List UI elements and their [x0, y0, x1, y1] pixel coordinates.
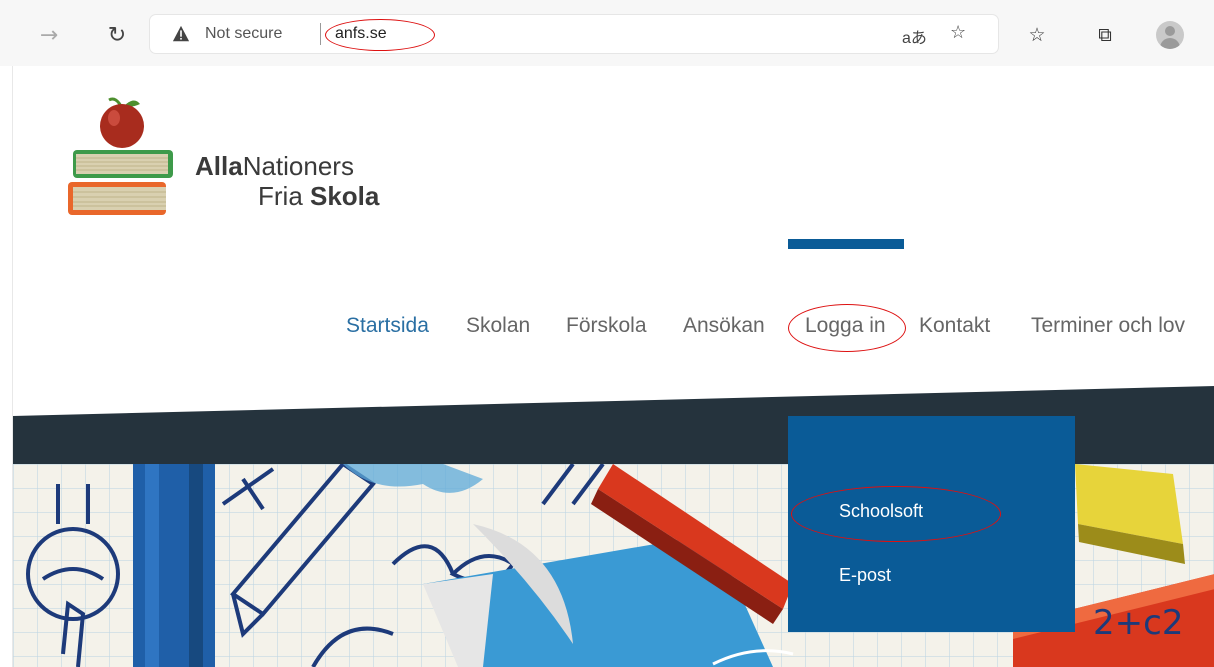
school-logo[interactable]: [68, 94, 178, 219]
reload-icon[interactable]: ↻: [102, 20, 132, 50]
collections-icon[interactable]: ⧉: [1090, 20, 1120, 50]
nav-ansokan[interactable]: Ansökan: [683, 314, 765, 338]
nav-skolan[interactable]: Skolan: [466, 314, 530, 338]
address-bar[interactable]: Not secure anfs.se aあ ☆: [150, 15, 998, 53]
svg-text:2+c2: 2+c2: [1093, 603, 1183, 643]
login-annotation-circle: [788, 304, 906, 352]
profile-icon[interactable]: [1156, 21, 1184, 49]
nav-startsida[interactable]: Startsida: [346, 314, 429, 338]
school-name-line2: Fria Skola: [258, 181, 380, 211]
web-page: AllaNationers Fria Skola Startsida Skola…: [12, 66, 1214, 667]
nav-terminer-och-lov[interactable]: Terminer och lov: [1031, 314, 1185, 338]
school-name-line1: AllaNationers: [195, 151, 354, 181]
address-divider: [320, 23, 321, 45]
back-arrow-icon[interactable]: →: [34, 20, 64, 50]
add-favorite-icon[interactable]: ☆: [950, 22, 966, 43]
login-dropdown-menu: Schoolsoft E-post: [788, 416, 1075, 632]
url-annotation-circle: [325, 19, 435, 51]
security-status: Not secure: [205, 25, 283, 42]
school-name[interactable]: AllaNationers Fria Skola: [195, 151, 379, 211]
dropdown-item-e-post[interactable]: E-post: [839, 565, 891, 586]
schoolsoft-annotation-circle: [791, 486, 1001, 542]
warning-icon: [172, 25, 190, 42]
nav-kontakt[interactable]: Kontakt: [919, 314, 990, 338]
browser-toolbar: → ↻ Not secure anfs.se aあ ☆ ☆ ⧉: [0, 0, 1214, 66]
nav-forskola[interactable]: Förskola: [566, 314, 647, 338]
read-aloud-icon[interactable]: aあ: [902, 24, 927, 48]
active-menu-indicator: [788, 239, 904, 249]
favorites-icon[interactable]: ☆: [1022, 20, 1052, 50]
